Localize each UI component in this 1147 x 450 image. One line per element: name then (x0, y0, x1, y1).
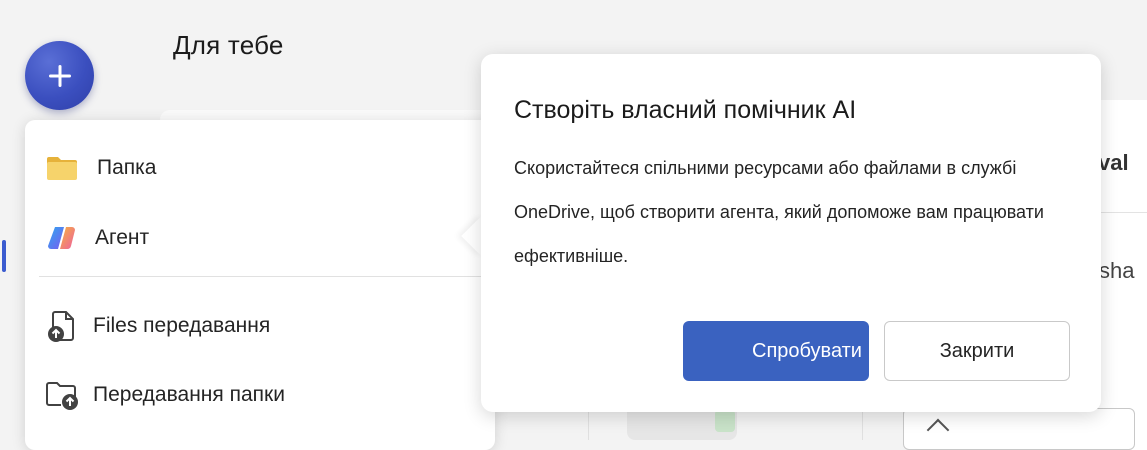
close-button[interactable]: Закрити (884, 321, 1070, 381)
agent-teaching-popover: Створіть власний помічник AI Скористайте… (481, 54, 1101, 412)
popover-body-line: Скористайтеся спільними ресурсами або фа… (514, 158, 1017, 178)
popover-body: Скористайтеся спільними ресурсами або фа… (514, 146, 1104, 278)
create-new-button[interactable] (25, 41, 94, 110)
menu-item-file-upload[interactable]: Files передавання (25, 298, 465, 354)
menu-item-label: Папка (97, 156, 157, 179)
menu-item-folder[interactable]: Папка (25, 140, 465, 196)
copilot-agent-icon (45, 221, 79, 255)
menu-item-folder-upload[interactable]: Передавання папки (25, 367, 465, 423)
menu-item-label: Files передавання (93, 314, 271, 337)
popover-body-line: OneDrive, щоб створити агента, який допо… (514, 202, 1044, 222)
plus-icon (48, 64, 71, 87)
menu-item-label: Агент (95, 226, 150, 249)
create-menu: Папка Агент Files передавання Передаванн… (25, 120, 495, 450)
folder-icon (45, 151, 79, 185)
page-title: Для тебе (173, 30, 284, 60)
close-button-label: Закрити (939, 339, 1015, 362)
menu-item-label: Передавання папки (93, 383, 285, 406)
file-thumbnail-icon (715, 410, 735, 432)
try-button[interactable]: Спробувати (683, 321, 869, 381)
menu-divider (39, 276, 491, 277)
nav-selection-indicator (2, 240, 6, 272)
menu-item-agent[interactable]: Агент (25, 210, 465, 266)
popover-title: Створіть власний помічник AI (514, 96, 857, 124)
file-upload-icon (45, 309, 79, 343)
popover-body-line: ефективніше. (514, 246, 629, 266)
folder-upload-icon (45, 378, 79, 412)
try-button-label: Спробувати (752, 339, 862, 362)
